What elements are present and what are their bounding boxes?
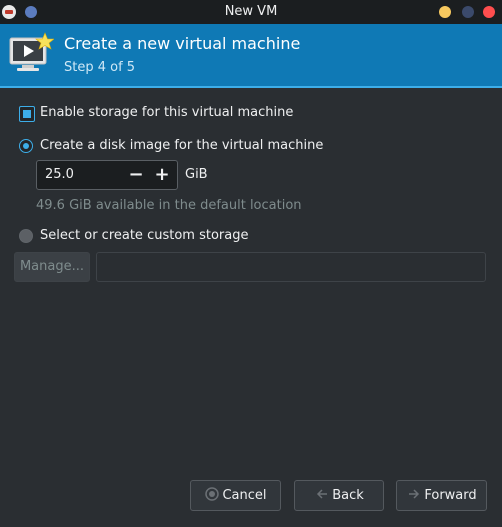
size-unit-label: GiB (185, 167, 208, 182)
available-space-hint: 49.6 GiB available in the default locati… (36, 198, 302, 213)
custom-storage-label[interactable]: Select or create custom storage (40, 228, 248, 243)
disk-size-spinbox[interactable]: 25.0 − + (36, 160, 178, 190)
window-title: New VM (224, 4, 278, 19)
cancel-icon (204, 481, 220, 510)
forward-label: Forward (424, 488, 477, 503)
back-button[interactable]: Back (294, 480, 384, 511)
custom-storage-path-field[interactable] (96, 252, 486, 282)
wizard-step: Step 4 of 5 (64, 60, 136, 75)
title-bar: New VM (0, 0, 502, 24)
disk-image-label[interactable]: Create a disk image for the virtual mach… (40, 138, 323, 153)
custom-storage-radio[interactable] (19, 229, 33, 243)
back-label: Back (332, 488, 364, 503)
new-vm-icon (9, 32, 54, 71)
cancel-button[interactable]: Cancel (190, 480, 281, 511)
wizard-header: Create a new virtual machine Step 4 of 5 (0, 24, 502, 88)
minimize-icon[interactable] (439, 6, 451, 18)
enable-storage-label[interactable]: Enable storage for this virtual machine (40, 105, 293, 120)
maximize-icon[interactable] (462, 6, 474, 18)
increment-button[interactable]: + (151, 161, 173, 189)
cancel-label: Cancel (222, 488, 267, 503)
wizard-title: Create a new virtual machine (64, 34, 301, 53)
forward-button[interactable]: Forward (396, 480, 487, 511)
arrow-right-icon (406, 481, 422, 510)
manage-button[interactable]: Manage... (14, 252, 90, 282)
decrement-button[interactable]: − (125, 161, 147, 189)
disk-size-value[interactable]: 25.0 (45, 161, 74, 189)
enable-storage-checkbox[interactable] (19, 106, 35, 122)
arrow-left-icon (314, 481, 330, 510)
close-icon[interactable] (483, 6, 495, 18)
disk-image-radio[interactable] (19, 139, 33, 153)
